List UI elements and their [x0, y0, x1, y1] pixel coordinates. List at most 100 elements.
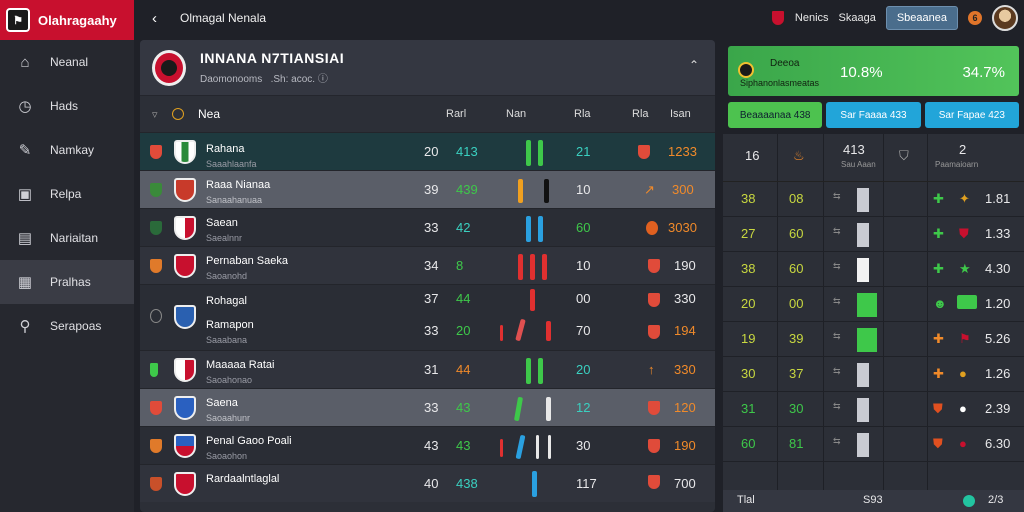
table-row[interactable]: Maaaaa Ratai Saoahonao 31 44 20 ↑ 330 — [140, 350, 715, 388]
stats-row[interactable]: 27 60 ⇆ ✚ ⛊ 1.33 — [723, 217, 1024, 252]
promo-value-1: 10.8% — [840, 64, 883, 81]
table-row[interactable]: Rardaalntlaglal 40 438 117 700 — [140, 464, 715, 502]
stat-b: 60 — [789, 226, 804, 241]
stats-tabs: Beaaaanaa 438 Sar Faaaa 433 Sar Fapae 42… — [728, 102, 1019, 128]
table-row[interactable]: Saean Saealnnr 33 42 60 3030 — [140, 208, 715, 246]
shield-icon — [648, 401, 660, 415]
stats-row[interactable]: 38 08 ⇆ ✚ ✦ 1.81 — [723, 182, 1024, 217]
sidebar-item-namkay[interactable]: ✎ Namkay — [0, 128, 134, 172]
briefcase-icon: ▣ — [17, 186, 33, 203]
col-header-nan[interactable]: Nan — [506, 108, 526, 120]
col-header-rla[interactable]: Rla — [574, 108, 591, 120]
team-crest-icon — [174, 215, 196, 240]
cell-points: 8 — [456, 258, 464, 273]
club-subtitle: Daomonooms .Sh: acoc. ⓘ — [200, 74, 328, 85]
table-row[interactable]: Rahana Saaahlaanfa 20 413 21 1233 — [140, 132, 715, 170]
top-action-button[interactable]: Sbeaanea — [885, 6, 958, 30]
col-header-rla2[interactable]: Rla — [632, 108, 649, 120]
form-bar — [526, 358, 531, 384]
sidebar-item-home[interactable]: ⌂ Neanal — [0, 40, 134, 84]
arrow-icon: ↑ — [648, 362, 655, 377]
filter-icon[interactable]: ▿ — [152, 108, 158, 121]
tab-3[interactable]: Sar Fapae 423 — [924, 102, 1019, 128]
table-row[interactable]: Rohagal 37 44 00 330 Ramapon Saaabana 33… — [140, 284, 715, 350]
cell-value: 120 — [674, 400, 696, 415]
stat-b: 37 — [789, 366, 804, 381]
form-bar — [536, 435, 539, 459]
stats-row[interactable]: 38 60 ⇆ ✚ ★ 4.30 — [723, 252, 1024, 287]
stats-row[interactable]: 20 00 ⇆ ☻ 1.20 — [723, 287, 1024, 322]
sidebar-item-nariaitan[interactable]: ▤ Nariaitan — [0, 216, 134, 260]
stat-b: 00 — [789, 296, 804, 311]
sidebar-item-relpa[interactable]: ▣ Relpa — [0, 172, 134, 216]
form-bar — [542, 254, 547, 280]
sidebar-item-serapoas[interactable]: ⚲ Serapoas — [0, 304, 134, 348]
stat-value: 2.39 — [985, 401, 1011, 416]
top-bar: ‹ Olmagal Nenala Nenics Skaaga Sbeaanea … — [134, 0, 1024, 36]
col-header-team[interactable]: Nea — [198, 107, 220, 121]
top-link-skaaga[interactable]: Skaaga — [839, 12, 876, 24]
stat-bar — [857, 293, 877, 317]
col-header-rarl[interactable]: Rarl — [446, 108, 466, 120]
stats-row[interactable]: 31 30 ⇆ ⛊ ● 2.39 — [723, 392, 1024, 427]
footer-mid: S93 — [863, 494, 883, 506]
table-row[interactable]: Penal Gaoo Poali Saoaohon 43 43 30 190 — [140, 426, 715, 464]
avatar[interactable] — [992, 5, 1018, 31]
coin-icon[interactable]: 6 — [968, 11, 982, 25]
cell-points: 20 — [456, 323, 471, 338]
top-link-nenics[interactable]: Nenics — [795, 12, 829, 24]
sidebar-item-hads[interactable]: ◷ Hads — [0, 84, 134, 128]
cell-points: 44 — [456, 362, 471, 377]
arrow-icon: ⇆ — [833, 226, 841, 236]
tag-icon: ✎ — [18, 142, 32, 159]
sidebar-item-label: Neanal — [50, 55, 89, 69]
table-row[interactable]: Pernaban Saeka Saoanohd 34 8 10 190 — [140, 246, 715, 284]
club-crest-icon — [770, 10, 785, 26]
cell-points: 44 — [456, 291, 471, 306]
team-sub: Sanaahanuaa — [206, 195, 263, 205]
arrow-icon: ⇆ — [833, 261, 841, 271]
sidebar-item-label: Hads — [50, 99, 79, 113]
stat-a: 38 — [741, 191, 756, 206]
tab-1[interactable]: Beaaaanaa 438 — [728, 102, 823, 128]
table-row[interactable]: Raaa Nianaa Sanaahanuaa 39 439 10 ↗ 300 — [140, 170, 715, 208]
form-bar — [518, 179, 523, 203]
table-row[interactable]: Saena Saoaahunr 33 43 12 120 — [140, 388, 715, 426]
sidebar-item-label: Relpa — [50, 187, 82, 201]
status-dot-icon — [963, 495, 975, 507]
cell-value: 190 — [674, 438, 696, 453]
promo-banner[interactable]: Deeoa Siphanonlasmeatas 10.8% 34.7% — [728, 46, 1019, 96]
club-header: INNANA N7TIANSIAI Daomonooms .Sh: acoc. … — [140, 40, 715, 96]
shield-icon — [638, 145, 650, 159]
form-bar — [515, 434, 526, 460]
sidebar-item-pralhas[interactable]: ▦ Pralhas — [0, 260, 134, 304]
arrow-icon: ↗ — [644, 181, 655, 197]
trophy-icon — [738, 62, 754, 78]
team-crest-icon — [174, 305, 196, 329]
arrow-icon: ⇆ — [833, 436, 841, 446]
cell-goals: 30 — [576, 438, 591, 453]
tab-2[interactable]: Sar Faaaa 433 — [826, 102, 921, 128]
col-header-isan[interactable]: Isan — [670, 108, 691, 120]
stats-row[interactable]: 19 39 ⇆ ✚ ⚑ 5.26 — [723, 322, 1024, 357]
stats-row[interactable]: 60 81 ⇆ ⛊ ● 6.30 — [723, 427, 1024, 462]
info-icon[interactable]: ⓘ — [318, 74, 328, 85]
stat-value: 1.26 — [985, 366, 1011, 381]
search-icon: ⚲ — [19, 318, 31, 335]
back-button[interactable]: ‹ — [152, 10, 172, 27]
brand[interactable]: ⚑ Olahragaahy — [0, 0, 134, 40]
team-crest-icon — [174, 357, 196, 382]
stats-row[interactable]: 30 37 ⇆ ✚ ● 1.26 — [723, 357, 1024, 392]
team-name: Saean — [206, 217, 238, 229]
team-sub: Saaabana — [206, 335, 248, 345]
cell-played: 40 — [424, 476, 439, 491]
cell-points: 43 — [456, 438, 471, 453]
team-sub: Saealnnr — [206, 233, 243, 243]
stat-value: 5.26 — [985, 331, 1011, 346]
stats-header: 16 ♨ 413 Sau Aaan ⛉ 2 Paamaioarn — [723, 134, 1024, 182]
cell-value: 300 — [672, 182, 694, 197]
arrow-icon: ⇆ — [833, 366, 841, 376]
shield-icon — [648, 259, 660, 273]
collapse-icon[interactable]: ⌃ — [689, 58, 699, 72]
plus-icon: ✚ — [933, 191, 944, 206]
